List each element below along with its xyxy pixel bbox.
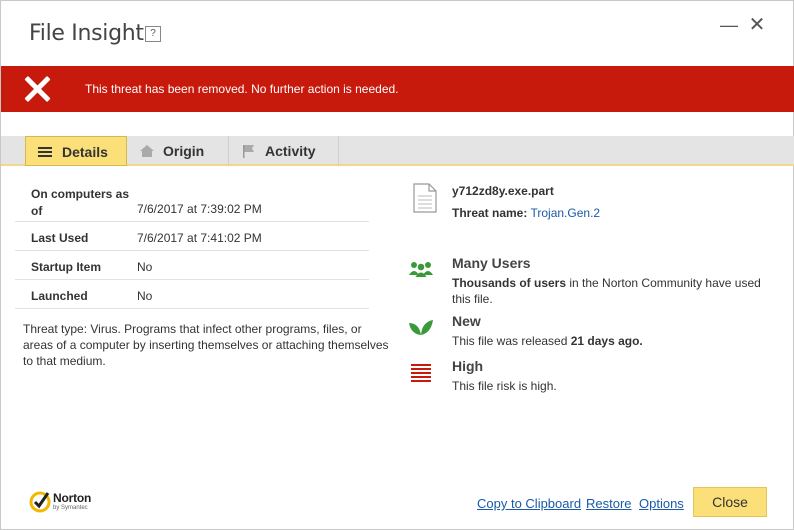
row-key: Launched (31, 289, 88, 303)
users-description: Thousands of users in the Norton Communi… (452, 275, 782, 307)
age-pre-text: This file was released (452, 334, 571, 348)
tab-details[interactable]: Details (25, 136, 127, 166)
row-value: 7/6/2017 at 7:41:02 PM (137, 231, 262, 245)
row-key: Last Used (31, 231, 89, 245)
flag-icon (243, 145, 254, 158)
row-value: 7/6/2017 at 7:39:02 PM (137, 202, 262, 216)
users-count-text: Thousands of users (452, 276, 567, 290)
row-key-line: of (31, 204, 43, 218)
copy-to-clipboard-link[interactable]: Copy to Clipboard (477, 496, 581, 511)
row-key: Startup Item (31, 260, 102, 274)
risk-heading: High (452, 358, 484, 374)
norton-logo: Norton by Symantec (29, 488, 109, 518)
table-row: On computers as of 7/6/2017 at 7:39:02 P… (15, 181, 369, 222)
age-description: This file was released 21 days ago. (452, 333, 782, 349)
window-title: File Insight (29, 21, 144, 46)
tab-activity[interactable]: Activity (229, 136, 339, 166)
tab-origin[interactable]: Origin (127, 136, 229, 166)
risk-insight: High This file risk is high. (407, 358, 777, 398)
age-insight: New This file was released 21 days ago. (407, 313, 777, 353)
threat-name-label: Threat name: (452, 206, 528, 220)
tab-details-label: Details (62, 144, 108, 160)
row-key: On computers as of (31, 186, 129, 220)
norton-wordmark: Norton (53, 491, 92, 505)
minimize-button[interactable]: — (719, 15, 739, 35)
threat-removed-banner: This threat has been removed. No further… (1, 66, 794, 112)
table-row: Launched No (15, 280, 369, 309)
table-row: Startup Item No (15, 251, 369, 280)
banner-message: This threat has been removed. No further… (85, 82, 399, 96)
details-lines-icon (38, 145, 54, 159)
threat-name-link[interactable]: Trojan.Gen.2 (530, 206, 600, 220)
close-button[interactable]: Close (693, 487, 767, 517)
tab-origin-label: Origin (163, 143, 205, 159)
age-heading: New (452, 313, 481, 329)
options-link[interactable]: Options (639, 496, 684, 511)
row-value: No (137, 289, 153, 303)
tab-bar: Details Origin Activity (1, 136, 794, 166)
users-insight: Many Users Thousands of users in the Nor… (407, 255, 777, 306)
threat-type-description: Threat type: Virus. Programs that infect… (23, 322, 389, 368)
table-row: Last Used 7/6/2017 at 7:41:02 PM (15, 222, 369, 251)
norton-byline: by Symantec (53, 505, 88, 511)
age-days-text: 21 days ago. (570, 334, 643, 348)
row-value: No (137, 260, 153, 274)
removed-x-icon (23, 75, 51, 103)
file-icon (413, 183, 437, 213)
row-key-line: On computers as (31, 187, 130, 201)
threat-name-line: Threat name: Trojan.Gen.2 (452, 206, 600, 220)
details-table: On computers as of 7/6/2017 at 7:39:02 P… (15, 181, 369, 309)
window-close-button[interactable]: ✕ (747, 15, 767, 35)
restore-link[interactable]: Restore (586, 496, 632, 511)
users-icon (409, 262, 433, 277)
risk-bars-icon (411, 364, 431, 382)
tab-activity-label: Activity (265, 143, 316, 159)
norton-check-icon (29, 491, 51, 513)
home-icon (140, 145, 154, 157)
file-name: y712zd8y.exe.part (452, 184, 554, 198)
risk-description: This file risk is high. (452, 379, 557, 393)
file-insight-window: File Insight ? — ✕ This threat has been … (0, 0, 794, 530)
help-button[interactable]: ? (145, 26, 161, 42)
leaf-icon (409, 320, 433, 335)
users-heading: Many Users (452, 255, 531, 271)
